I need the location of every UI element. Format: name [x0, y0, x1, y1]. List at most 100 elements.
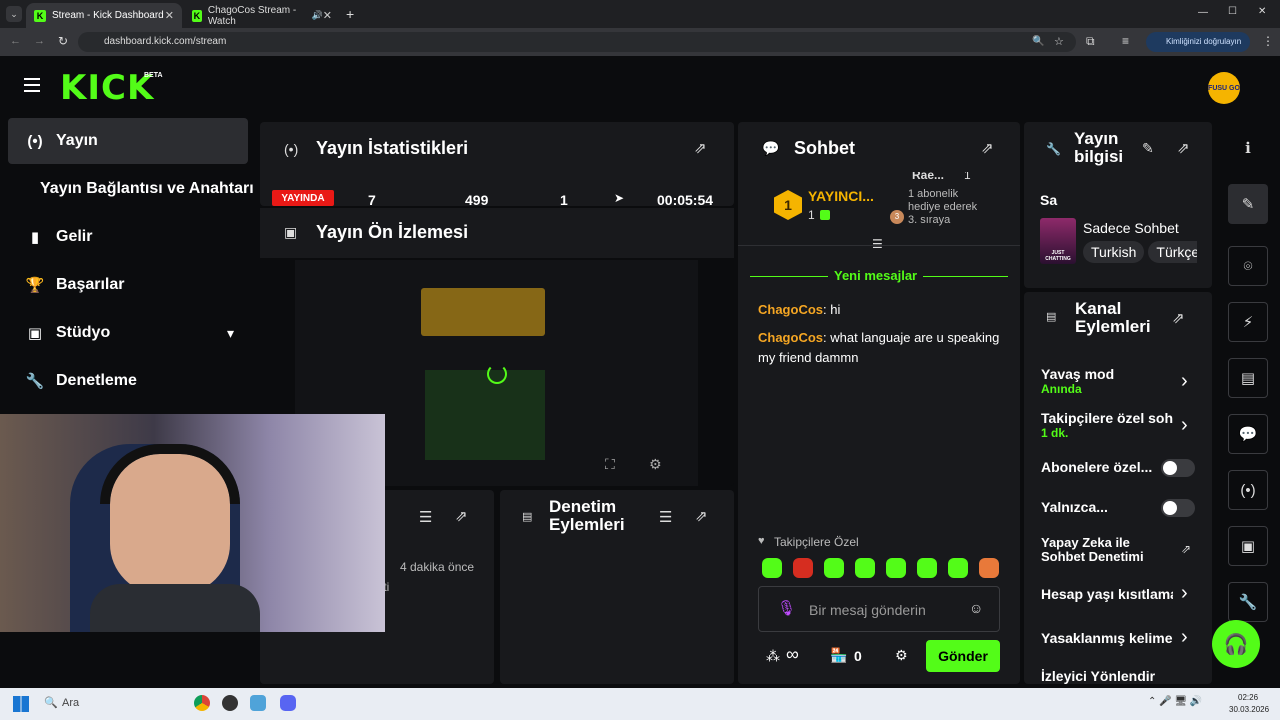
minimize-button[interactable]: —: [1198, 7, 1208, 18]
wrench-icon[interactable]: 🔧: [1228, 582, 1268, 622]
subscribers-only-toggle[interactable]: [1161, 459, 1195, 477]
camera-icon[interactable]: ⌾: [1228, 246, 1268, 286]
action-banned-words[interactable]: Yasaklanmış kelimeler ›: [1041, 626, 1201, 650]
taskbar-search-label[interactable]: Ara: [62, 697, 79, 709]
stat-subscribers: 1: [560, 192, 568, 206]
action-slow-mode[interactable]: Yavaş mod Anında ›: [1041, 366, 1201, 398]
identity-button[interactable]: Kimliğinizi doğrulayın: [1146, 32, 1250, 52]
popout-icon[interactable]: ⇗: [1172, 309, 1185, 327]
emote-icon[interactable]: [793, 558, 813, 578]
windows-start-icon[interactable]: [13, 696, 29, 712]
browser-menu-icon[interactable]: ⋮: [1262, 34, 1274, 48]
action-ai-moderation[interactable]: Yapay Zeka ile Sohbet Denetimi ⇗: [1041, 536, 1201, 566]
collapse-leaderboard-icon[interactable]: ☰: [872, 237, 883, 251]
app-icon[interactable]: [250, 695, 266, 711]
extensions-icon[interactable]: ⧉: [1086, 34, 1095, 49]
tab-list-button[interactable]: ⌄: [6, 6, 22, 22]
chat-input-field[interactable]: 🎙 Bir mesaj gönderin ☺: [758, 586, 1000, 632]
action-sub: 1 dk.: [1041, 426, 1069, 440]
store-icon[interactable]: 🏪: [830, 647, 847, 664]
close-tab-icon[interactable]: ✕: [323, 9, 332, 22]
chat-username[interactable]: ChagoCos: [758, 330, 823, 345]
bookmark-star-icon[interactable]: ☆: [1054, 32, 1064, 52]
emote-icon[interactable]: [762, 558, 782, 578]
edit-icon[interactable]: ✎: [1142, 140, 1154, 157]
action-followers-only[interactable]: Takipçilere özel sohbet 1 dk. ›: [1041, 410, 1201, 442]
popout-icon[interactable]: ⇗: [695, 507, 708, 525]
microphone-icon[interactable]: 🎙: [777, 599, 796, 617]
only-mode-toggle[interactable]: [1161, 499, 1195, 517]
zoom-icon[interactable]: 🔍: [1032, 32, 1044, 52]
sidebar-item-revenue[interactable]: ▮ Gelir: [8, 214, 248, 260]
sidebar-item-label: Gelir: [56, 228, 93, 245]
broadcast-icon[interactable]: (•): [1228, 470, 1268, 510]
sidebar-item-achievements[interactable]: 🏆 Başarılar: [8, 262, 248, 308]
category-name[interactable]: Sadece Sohbet: [1083, 220, 1179, 236]
action-only-mode[interactable]: Yalnızca...: [1041, 499, 1201, 519]
clock-date[interactable]: 30.03.2026: [1229, 705, 1269, 714]
hamburger-menu-icon[interactable]: [24, 78, 40, 92]
emote-row: [762, 558, 1002, 580]
back-icon[interactable]: ←: [10, 35, 21, 47]
emote-icon[interactable]: [979, 558, 999, 578]
live-badge-label: YAYINDA: [281, 193, 325, 204]
clock-time[interactable]: 02:26: [1238, 693, 1258, 702]
stat-followers: 499: [465, 192, 489, 206]
close-tab-icon[interactable]: ✕: [165, 9, 174, 22]
send-button[interactable]: Gönder: [926, 640, 1000, 672]
tag-chip[interactable]: Turkish: [1083, 241, 1145, 263]
filter-icon[interactable]: ☰: [659, 508, 672, 526]
chat-username[interactable]: ChagoCos: [758, 302, 823, 317]
rank-badge: 1: [774, 190, 802, 220]
popout-icon[interactable]: ⇗: [1177, 139, 1190, 157]
browser-tab-strip: ⌄ K Stream - Kick Dashboard ✕ K ChagoCos…: [0, 0, 1280, 28]
reading-list-icon[interactable]: ≡: [1122, 34, 1129, 48]
app-icon[interactable]: [222, 695, 238, 711]
popout-icon[interactable]: ⇗: [694, 139, 707, 157]
emote-icon[interactable]: [824, 558, 844, 578]
tab-kick-dashboard[interactable]: K Stream - Kick Dashboard ✕: [26, 3, 182, 28]
system-tray-icons[interactable]: ⌃ 🎤 🖥 🔊: [1148, 696, 1202, 707]
kick-logo[interactable]: KICK: [60, 68, 154, 108]
popout-icon[interactable]: ⇗: [981, 139, 994, 157]
filter-icon[interactable]: ☰: [419, 508, 432, 526]
popout-icon[interactable]: ⇗: [455, 507, 468, 525]
fullscreen-icon[interactable]: ⛶: [605, 456, 615, 473]
action-subscribers-only[interactable]: Abonelere özel...: [1041, 459, 1201, 479]
edit-layout-icon[interactable]: ✎: [1228, 184, 1268, 224]
tag-chip[interactable]: Türkçe: [1148, 241, 1197, 263]
video-layout-icon[interactable]: ▣: [1228, 526, 1268, 566]
emote-icon[interactable]: [855, 558, 875, 578]
sidebar-item-stream-key[interactable]: Yayın Bağlantısı ve Anahtarı: [8, 166, 258, 212]
taskbar-search-icon[interactable]: 🔍: [44, 696, 58, 709]
info-icon[interactable]: ℹ: [1228, 128, 1268, 168]
sidebar-item-studio[interactable]: ▣ Stüdyo ▾: [8, 310, 248, 356]
discord-icon[interactable]: [280, 695, 296, 711]
sidebar-item-stream[interactable]: (•) Yayın: [8, 118, 248, 164]
reload-icon[interactable]: ↻: [58, 34, 68, 48]
leaderboard-name[interactable]: YAYINCI...: [808, 188, 874, 204]
sidebar-item-moderation[interactable]: 🔧 Denetleme: [8, 358, 248, 404]
beta-label: BETA: [144, 72, 163, 79]
emote-icon[interactable]: [948, 558, 968, 578]
emote-icon[interactable]: [886, 558, 906, 578]
new-tab-button[interactable]: +: [346, 6, 354, 22]
action-raid-viewers[interactable]: İzleyici Yönlendir: [1041, 668, 1201, 684]
forward-icon[interactable]: →: [34, 35, 45, 47]
url-field[interactable]: dashboard.kick.com/stream 🔍 ☆: [78, 32, 1076, 52]
emoji-icon[interactable]: ☺: [969, 600, 983, 616]
chrome-icon[interactable]: [194, 695, 210, 711]
maximize-button[interactable]: ☐: [1228, 6, 1237, 17]
channel-points-icon[interactable]: ⁂: [766, 648, 780, 665]
action-account-age[interactable]: Hesap yaşı kısıtlaması ›: [1041, 582, 1201, 606]
user-avatar[interactable]: FUSU GO: [1208, 72, 1240, 104]
lightning-icon[interactable]: ⚡: [1228, 302, 1268, 342]
close-window-button[interactable]: ✕: [1258, 6, 1266, 17]
chat-bubble-icon[interactable]: 💬: [1228, 414, 1268, 454]
settings-icon[interactable]: ⚙: [649, 456, 662, 473]
emote-icon[interactable]: [917, 558, 937, 578]
notes-icon[interactable]: ▤: [1228, 358, 1268, 398]
support-chat-button[interactable]: 🎧: [1212, 620, 1260, 668]
chat-settings-icon[interactable]: ⚙: [895, 647, 908, 664]
tab-chagocos-stream[interactable]: K ChagoCos Stream - Watch 🔊 ✕: [184, 3, 340, 28]
